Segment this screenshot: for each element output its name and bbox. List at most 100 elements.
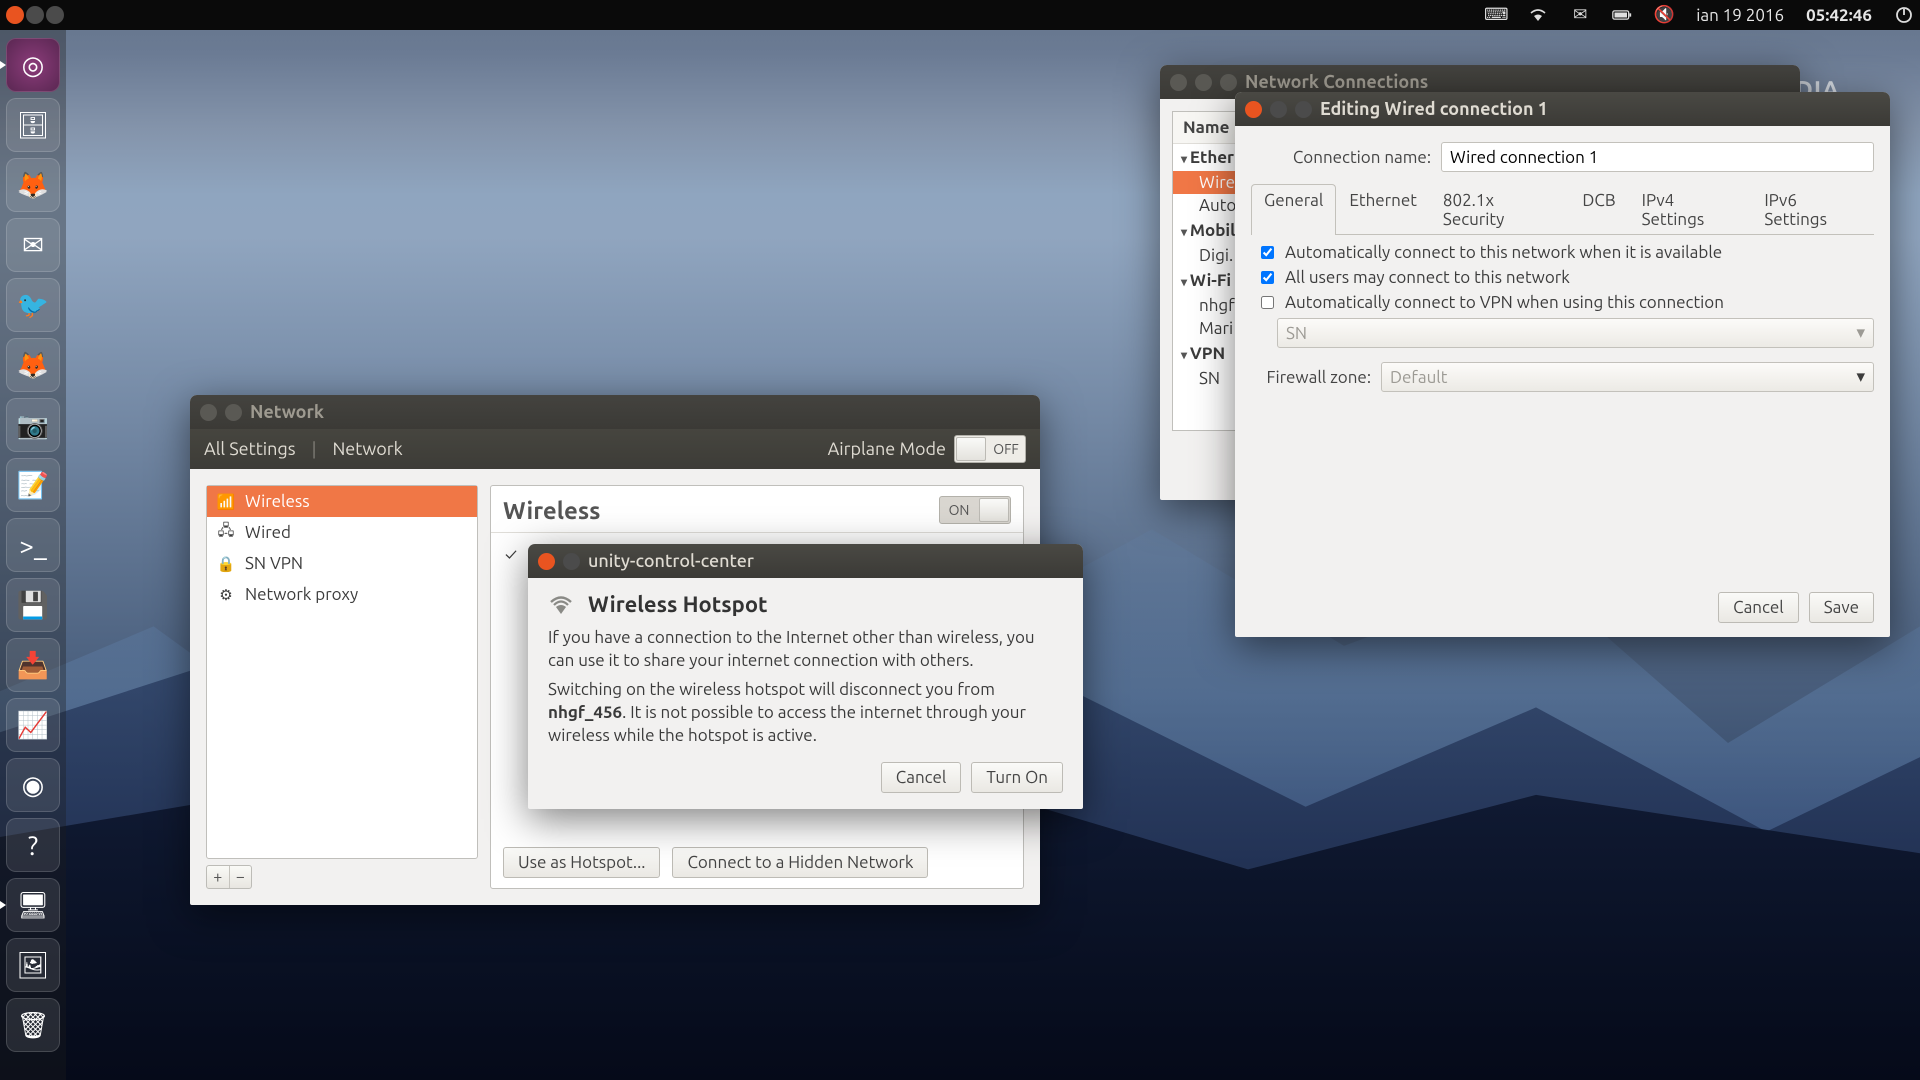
launcher-firefox[interactable]: 🦊 [6, 158, 60, 212]
panel-close-icon[interactable] [6, 6, 24, 24]
ssid-name: nhgf_456 [548, 703, 622, 722]
sidebar-item-wireless[interactable]: 📶 Wireless [207, 486, 477, 517]
window-title: Network [250, 402, 324, 422]
cancel-button[interactable]: Cancel [1718, 592, 1799, 623]
launcher-dash[interactable]: ◎ [6, 38, 60, 92]
proxy-icon: ⚙ [217, 586, 235, 604]
launcher-gedit[interactable]: 📝 [6, 458, 60, 512]
panel-maximize-icon[interactable] [46, 6, 64, 24]
unity-launcher: ◎ 🗄 🦊 ✉ 🐦 🦊 📷 📝 >_ 💾 📥 📈 ◉? 🖥 🖼 🗑 [0, 30, 66, 1080]
launcher-thunderbird[interactable]: ✉ [6, 218, 60, 272]
minimize-icon[interactable] [563, 553, 580, 570]
vpn-select-value: SN [1286, 324, 1307, 343]
auto-vpn-label: Automatically connect to VPN when using … [1285, 293, 1724, 312]
panel-heading: Wireless [503, 497, 601, 524]
all-users-checkbox[interactable] [1261, 271, 1274, 284]
launcher-corebird[interactable]: 🐦 [6, 278, 60, 332]
minimize-icon[interactable] [1270, 101, 1287, 118]
edit-connection-window: Editing Wired connection 1 Connection na… [1235, 92, 1890, 637]
vpn-select[interactable]: SN ▾ [1277, 318, 1874, 348]
firewall-zone-label: Firewall zone: [1251, 368, 1371, 387]
tab-ipv4-settings[interactable]: IPv4 Settings [1629, 184, 1752, 235]
tab-ipv6-settings[interactable]: IPv6 Settings [1751, 184, 1874, 235]
all-settings-link[interactable]: All Settings [204, 439, 296, 459]
sidebar-item-label: Network proxy [245, 585, 358, 604]
connection-name-input[interactable] [1441, 142, 1874, 172]
wifi-icon [548, 594, 574, 616]
keyboard-indicator-icon[interactable]: ⌨ [1486, 5, 1506, 25]
save-button[interactable]: Save [1809, 592, 1874, 623]
sidebar-item-label: Wired [245, 523, 291, 542]
sidebar-item-wired[interactable]: 🖧Wired [207, 517, 477, 548]
battery-indicator-icon[interactable] [1612, 5, 1632, 25]
dialog-heading: Wireless Hotspot [588, 592, 768, 617]
sidebar-item-sn-vpn[interactable]: 🔒 SN VPN [207, 548, 477, 579]
maximize-icon[interactable] [1295, 101, 1312, 118]
launcher-usb-creator[interactable]: 💾 [6, 578, 60, 632]
launcher-shotwell[interactable]: 📷 [6, 398, 60, 452]
vpn-icon: 🔒 [217, 555, 235, 573]
wifi-icon: 📶 [217, 493, 235, 511]
tab-bar: GeneralEthernet802.1x SecurityDCBIPv4 Se… [1251, 184, 1874, 235]
hotspot-dialog: unity-control-center Wireless Hotspot If… [528, 544, 1083, 809]
top-panel: ⌨ ✉ 🔇 ian 19 2016 05:42:46 [0, 0, 1920, 30]
launcher-terminal[interactable]: >_ [6, 518, 60, 572]
launcher-displays[interactable]: 🖥 [6, 878, 60, 932]
dialog-text-1: If you have a connection to the Internet… [548, 627, 1063, 673]
connect-hidden-button[interactable]: Connect to a Hidden Network [672, 847, 928, 878]
wifi-indicator-icon[interactable] [1528, 5, 1548, 25]
add-connection-button[interactable]: + [207, 866, 229, 888]
close-icon[interactable] [200, 404, 217, 421]
launcher-gimp[interactable]: 🦊 [6, 338, 60, 392]
auto-vpn-checkbox[interactable] [1261, 296, 1274, 309]
airplane-mode-toggle[interactable]: OFF [954, 435, 1026, 463]
connection-name-label: Connection name: [1251, 148, 1431, 167]
session-indicator-icon[interactable] [1894, 5, 1914, 25]
titlebar[interactable]: Network [190, 395, 1040, 429]
launcher-downloads[interactable]: 📥 [6, 638, 60, 692]
sidebar-item-label: SN VPN [245, 554, 303, 573]
window-title: unity-control-center [588, 551, 754, 571]
panel-minimize-icon[interactable] [26, 6, 44, 24]
sidebar-item-label: Wireless [245, 492, 310, 511]
auto-connect-checkbox[interactable] [1261, 246, 1274, 259]
maximize-icon[interactable] [1220, 74, 1237, 91]
close-icon[interactable] [1170, 74, 1187, 91]
remove-connection-button[interactable]: − [229, 866, 252, 888]
clock-time[interactable]: 05:42:46 [1806, 6, 1872, 25]
clock-date[interactable]: ian 19 2016 [1696, 6, 1784, 25]
auto-connect-label: Automatically connect to this network wh… [1285, 243, 1722, 262]
airplane-mode-label: Airplane Mode [828, 439, 946, 459]
sound-indicator-icon[interactable]: 🔇 [1654, 5, 1674, 25]
close-icon[interactable] [1245, 101, 1262, 118]
launcher-help[interactable]: ? [6, 818, 60, 872]
mail-indicator-icon[interactable]: ✉ [1570, 5, 1590, 25]
launcher-trash[interactable]: 🗑 [6, 998, 60, 1052]
firewall-zone-select[interactable]: Default ▾ [1381, 362, 1874, 392]
sidebar-item-network-proxy[interactable]: ⚙ Network proxy [207, 579, 477, 610]
titlebar[interactable]: unity-control-center [528, 544, 1083, 578]
breadcrumb-current: Network [332, 439, 402, 459]
titlebar[interactable]: Editing Wired connection 1 [1235, 92, 1890, 126]
tab-general[interactable]: General [1251, 184, 1336, 235]
wireless-toggle[interactable]: ON [939, 496, 1011, 524]
launcher-files[interactable]: 🗄 [6, 98, 60, 152]
close-icon[interactable] [538, 553, 555, 570]
check-icon: ✓ [505, 545, 517, 564]
use-as-hotspot-button[interactable]: Use as Hotspot... [503, 847, 660, 878]
tab-dcb[interactable]: DCB [1569, 184, 1628, 235]
minimize-icon[interactable] [1195, 74, 1212, 91]
minimize-icon[interactable] [225, 404, 242, 421]
tab-ethernet[interactable]: Ethernet [1336, 184, 1430, 235]
launcher-system-monitor[interactable]: 📈 [6, 698, 60, 752]
turn-on-button[interactable]: Turn On [971, 762, 1063, 793]
chevron-down-icon: ▾ [1856, 323, 1865, 343]
firewall-zone-value: Default [1390, 368, 1447, 387]
breadcrumb: All Settings | Network Airplane Mode OFF [190, 429, 1040, 469]
toggle-off-label: OFF [987, 441, 1025, 457]
launcher-steam[interactable]: ◉ [6, 758, 60, 812]
cancel-button[interactable]: Cancel [881, 762, 962, 793]
launcher-screenshot[interactable]: 🖼 [6, 938, 60, 992]
network-category-list: 📶 Wireless 🖧Wired 🔒 SN VPN ⚙ Network proxy [206, 485, 478, 859]
tab-802-1x-security[interactable]: 802.1x Security [1430, 184, 1570, 235]
